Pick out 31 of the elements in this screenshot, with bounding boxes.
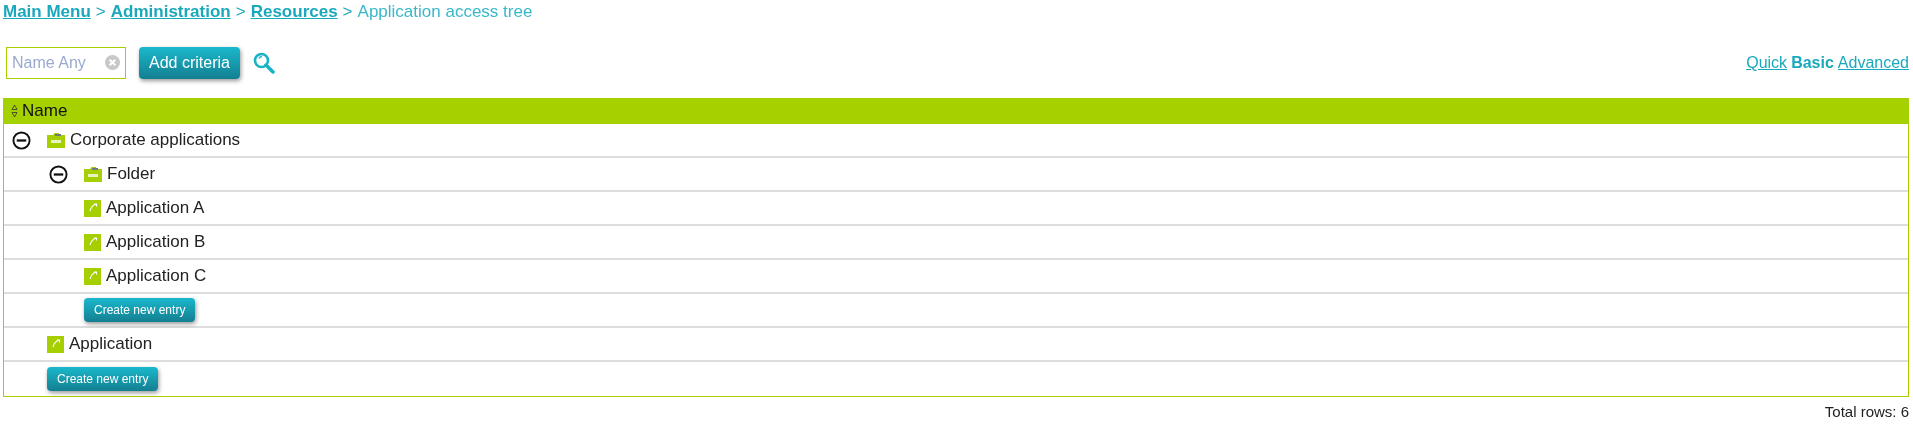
name-filter-field[interactable]: Name Any (6, 47, 126, 79)
folder-icon (47, 132, 65, 148)
column-header[interactable]: Name (4, 98, 1908, 124)
add-criteria-button[interactable]: Add criteria (139, 47, 240, 79)
application-icon (84, 199, 101, 217)
breadcrumb-separator: > (342, 2, 353, 22)
tree-item-label[interactable]: Application B (106, 232, 206, 252)
create-entry-button[interactable]: Create new entry (84, 298, 196, 322)
breadcrumb-link[interactable]: Main Menu (3, 2, 91, 22)
collapse-icon[interactable] (49, 164, 68, 184)
application-icon (47, 335, 64, 353)
search-mode-link[interactable]: Basic (1791, 54, 1834, 72)
tree-item-label[interactable]: Application A (106, 198, 205, 218)
create-entry-button[interactable]: Create new entry (47, 367, 159, 391)
search-mode-link[interactable]: Advanced (1837, 54, 1909, 72)
sort-icon (11, 104, 18, 118)
application-icon (84, 233, 101, 251)
total-rows: Total rows: 6 (3, 397, 1909, 420)
breadcrumb-separator: > (95, 2, 106, 22)
search-mode-link[interactable]: Quick (1746, 54, 1788, 72)
breadcrumb-separator: > (235, 2, 246, 22)
breadcrumb-link[interactable]: Administration (110, 2, 231, 22)
application-icon (84, 267, 101, 285)
breadcrumb-current: Application access tree (357, 2, 533, 22)
collapse-icon[interactable] (12, 130, 31, 150)
folder-icon (84, 166, 102, 182)
tree-item-label[interactable]: Application (69, 334, 153, 354)
tree-item-label[interactable]: Application C (106, 266, 207, 286)
breadcrumb-link[interactable]: Resources (250, 2, 338, 22)
tree-item-label[interactable]: Folder (107, 164, 156, 184)
tree-item-label[interactable]: Corporate applications (70, 130, 241, 150)
